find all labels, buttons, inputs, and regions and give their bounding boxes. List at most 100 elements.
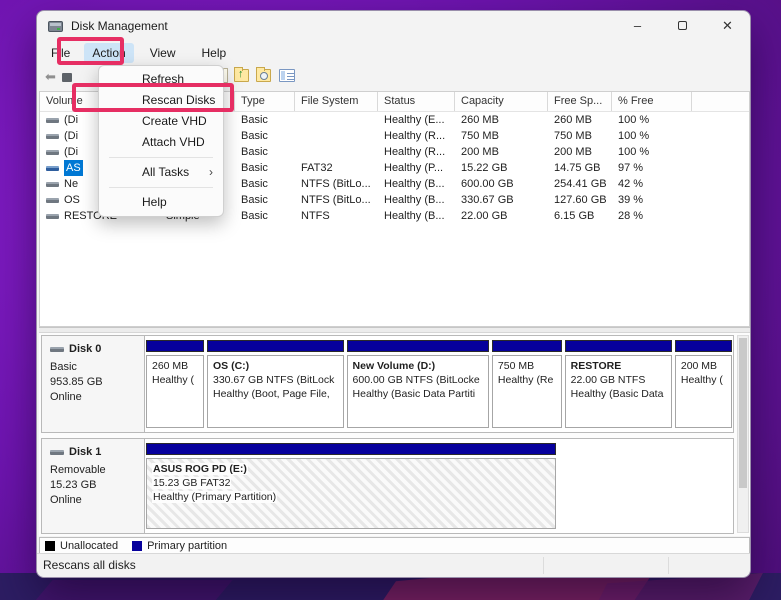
partition-size: 260 MB (152, 359, 198, 373)
menu-help[interactable]: Help (194, 43, 235, 63)
header-type[interactable]: Type (235, 92, 295, 111)
cell-file-system (295, 144, 378, 160)
menu-item-all-tasks[interactable]: All Tasks › (99, 162, 223, 183)
maximize-button[interactable] (660, 11, 705, 41)
unallocated-label: Unallocated (60, 540, 118, 552)
cell-pct-free: 100 % (612, 128, 692, 144)
all-tasks-label: All Tasks (142, 165, 189, 179)
status-divider (668, 557, 669, 574)
partition[interactable]: New Volume (D:)600.00 GB NTFS (BitLockeH… (347, 340, 489, 428)
cell-capacity: 750 MB (455, 128, 548, 144)
partition-status: Healthy (Basic Data Partiti (353, 387, 483, 401)
header-file-system[interactable]: File System (295, 92, 378, 111)
annotation-box-action (57, 37, 124, 65)
partition-size: 600.00 GB NTFS (BitLocke (353, 373, 483, 387)
partition-color-bar (675, 340, 732, 352)
cell-status: Healthy (P... (378, 160, 455, 176)
menu-separator (109, 157, 213, 158)
disk-state: Online (50, 390, 144, 405)
cell-free-space: 6.15 GB (548, 208, 612, 224)
back-arrow-icon[interactable]: ⬅ (45, 69, 56, 85)
partition[interactable]: 260 MBHealthy ( (146, 340, 204, 428)
partition[interactable]: 750 MBHealthy (Re (492, 340, 562, 428)
cell-free-space: 200 MB (548, 144, 612, 160)
cell-file-system: NTFS (BitLo... (295, 176, 378, 192)
cell-pct-free: 100 % (612, 112, 692, 128)
scrollbar-thumb[interactable] (739, 338, 747, 488)
annotation-box-rescan-disks (72, 83, 234, 112)
folder-up-icon[interactable] (234, 69, 249, 82)
cell-type: Basic (235, 128, 295, 144)
cell-file-system: NTFS (BitLo... (295, 192, 378, 208)
disk-management-window: Disk Management – ✕ File Action View Hel… (36, 10, 751, 578)
volume-name: OS (64, 192, 80, 208)
disk-name: Disk 1 (69, 445, 101, 460)
menu-item-help[interactable]: Help (99, 192, 223, 213)
volume-name: Ne (64, 176, 78, 192)
primary-partition-label: Primary partition (147, 540, 227, 552)
partition[interactable]: RESTORE22.00 GB NTFSHealthy (Basic Data (565, 340, 672, 428)
disk-kind: Removable (50, 463, 144, 478)
cell-status: Healthy (B... (378, 192, 455, 208)
folder-search-icon[interactable] (256, 69, 271, 82)
disk-1-label: Disk 1 Removable 15.23 GB Online (42, 439, 145, 533)
cell-type: Basic (235, 176, 295, 192)
cell-type: Basic (235, 160, 295, 176)
minimize-button[interactable]: – (615, 11, 660, 41)
cell-type: Basic (235, 112, 295, 128)
disk-size: 953.85 GB (50, 375, 144, 390)
menu-item-attach-vhd[interactable]: Attach VHD (99, 132, 223, 153)
partition[interactable]: 200 MBHealthy ( (675, 340, 732, 428)
properties-icon[interactable] (279, 69, 295, 82)
partition-status: Healthy ( (152, 373, 198, 387)
console-icon[interactable] (62, 73, 72, 82)
submenu-chevron-icon: › (209, 162, 213, 183)
cell-status: Healthy (R... (378, 144, 455, 160)
cell-file-system: NTFS (295, 208, 378, 224)
partition-size: 750 MB (498, 359, 556, 373)
close-button[interactable]: ✕ (705, 11, 750, 41)
partition[interactable]: OS (C:)330.67 GB NTFS (BitLockHealthy (B… (207, 340, 344, 428)
cell-capacity: 200 MB (455, 144, 548, 160)
cell-pct-free: 97 % (612, 160, 692, 176)
status-divider (543, 557, 544, 574)
cell-type: Basic (235, 144, 295, 160)
cell-file-system (295, 112, 378, 128)
partition-title: OS (C:) (213, 360, 249, 372)
volume-name: (Di (64, 128, 78, 144)
partition-color-bar (207, 340, 344, 352)
status-bar: Rescans all disks (37, 553, 750, 577)
disk-icon (50, 347, 64, 352)
cell-status: Healthy (B... (378, 176, 455, 192)
wallpaper-shape (27, 580, 232, 600)
menu-view[interactable]: View (142, 43, 184, 63)
partition-title: New Volume (D:) (353, 360, 436, 372)
partition-title: ASUS ROG PD (E:) (152, 463, 248, 475)
vertical-scrollbar[interactable] (737, 335, 749, 533)
cell-status: Healthy (B... (378, 208, 455, 224)
header-pct-free[interactable]: % Free (612, 92, 692, 111)
cell-type: Basic (235, 208, 295, 224)
header-capacity[interactable]: Capacity (455, 92, 548, 111)
primary-partition-swatch (132, 541, 142, 551)
desktop: Disk Management – ✕ File Action View Hel… (0, 0, 781, 600)
window-controls: – ✕ (615, 11, 750, 41)
header-status[interactable]: Status (378, 92, 455, 111)
header-free-space[interactable]: Free Sp... (548, 92, 612, 111)
disk-management-icon (48, 21, 63, 32)
partition-status: Healthy (Re (498, 373, 556, 387)
partition-selected[interactable]: ASUS ROG PD (E:) 15.23 GB FAT32 Healthy (P… (146, 443, 556, 529)
cell-status: Healthy (E... (378, 112, 455, 128)
partition-title: RESTORE (571, 360, 622, 372)
graphical-view: Disk 0 Basic 953.85 GB Online 260 MBHeal… (39, 333, 750, 536)
menu-item-create-vhd[interactable]: Create VHD (99, 111, 223, 132)
partition-color-bar (146, 340, 204, 352)
partition-status: Healthy (Primary Partition) (152, 491, 277, 503)
partition-color-bar (492, 340, 562, 352)
volume-icon (46, 118, 59, 123)
partition-size: 15.23 GB FAT32 (152, 477, 231, 489)
disk-0-row: Disk 0 Basic 953.85 GB Online 260 MBHeal… (41, 335, 734, 433)
partition-legend: Unallocated Primary partition (39, 537, 750, 554)
disk-1-partitions: ASUS ROG PD (E:) 15.23 GB FAT32 Healthy (P… (145, 439, 733, 533)
disk-kind: Basic (50, 360, 144, 375)
